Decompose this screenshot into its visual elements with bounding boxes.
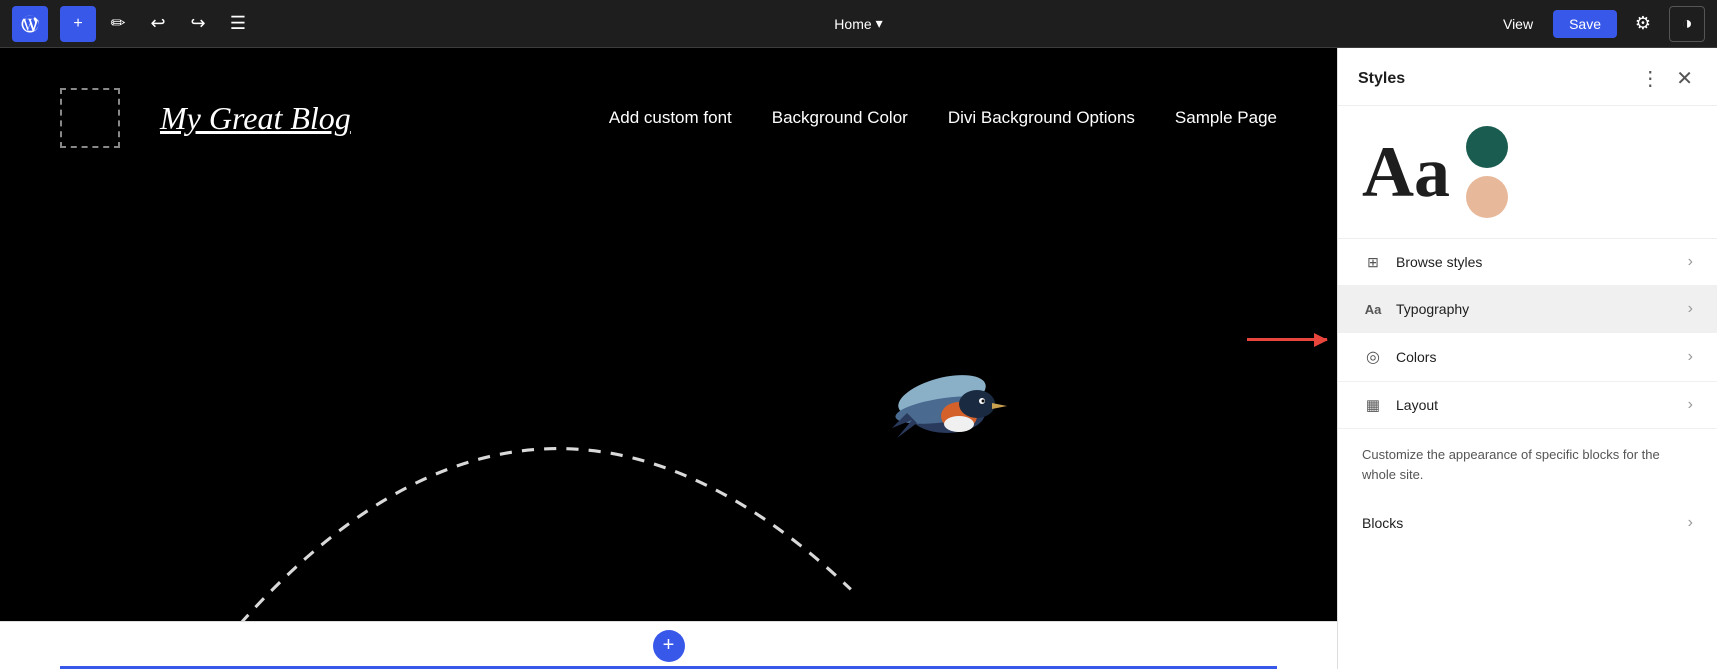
list-view-button[interactable]: ☰ <box>220 6 256 42</box>
browse-styles-chevron-icon: › <box>1688 253 1693 271</box>
blocks-label: Blocks <box>1362 515 1403 531</box>
site-logo <box>60 88 120 148</box>
plus-icon: + <box>663 634 675 657</box>
typography-chevron-icon: › <box>1688 300 1693 318</box>
site-header: My Great Blog Add custom font Background… <box>0 48 1337 178</box>
styles-sidebar: Styles ⋮ ✕ Aa ⊞ Browse styles <box>1337 48 1717 669</box>
sidebar-header-actions: ⋮ ✕ <box>1636 64 1697 93</box>
theme-icon: ◑ <box>1682 13 1693 34</box>
main-area: My Great Blog Add custom font Background… <box>0 48 1717 669</box>
save-button[interactable]: Save <box>1553 10 1617 38</box>
toolbar-left: + ✏ ↩ ↪ ☰ <box>12 6 256 42</box>
redo-button[interactable]: ↪ <box>180 6 216 42</box>
sidebar-description: Customize the appearance of specific blo… <box>1338 429 1717 500</box>
hero-section <box>0 178 1337 621</box>
nav-sample-page[interactable]: Sample Page <box>1175 108 1277 128</box>
page-label: Home <box>834 16 871 32</box>
settings-button[interactable]: ⚙ <box>1625 6 1661 42</box>
arc-path-svg <box>0 178 1337 621</box>
arrow-indicator <box>1247 338 1327 341</box>
page-selector[interactable]: Home ▾ <box>834 15 882 32</box>
toolbar-right: View Save ⚙ ◑ <box>1491 6 1705 42</box>
close-icon: ✕ <box>1676 68 1693 90</box>
toolbar: + ✏ ↩ ↪ ☰ Home ▾ View Save ⚙ ◑ <box>0 0 1717 48</box>
draw-button[interactable]: ✏ <box>100 6 136 42</box>
sidebar-more-button[interactable]: ⋮ <box>1636 64 1664 93</box>
add-block-button[interactable]: + <box>60 6 96 42</box>
sidebar-title: Styles <box>1358 70 1405 88</box>
red-arrow-icon <box>1247 338 1327 341</box>
nav-add-custom-font[interactable]: Add custom font <box>609 108 732 128</box>
browse-styles-label: Browse styles <box>1396 254 1482 270</box>
wp-logo-icon <box>20 14 40 34</box>
nav-background-color[interactable]: Background Color <box>772 108 908 128</box>
typography-label: Typography <box>1396 301 1469 317</box>
styles-preview: Aa <box>1338 106 1717 239</box>
browse-styles-icon: ⊞ <box>1362 254 1384 271</box>
more-icon: ⋮ <box>1640 68 1660 90</box>
theme-toggle-button[interactable]: ◑ <box>1669 6 1705 42</box>
bottom-bar: + <box>0 621 1337 669</box>
sidebar-close-button[interactable]: ✕ <box>1672 64 1697 93</box>
browse-styles-item[interactable]: ⊞ Browse styles › <box>1338 239 1717 286</box>
colors-left: ◎ Colors <box>1362 347 1436 367</box>
typography-icon: Aa <box>1362 302 1384 317</box>
layout-chevron-icon: › <box>1688 396 1693 414</box>
colors-chevron-icon: › <box>1688 348 1693 366</box>
site-nav: Add custom font Background Color Divi Ba… <box>609 108 1277 128</box>
layout-label: Layout <box>1396 397 1438 413</box>
page-chevron-icon: ▾ <box>876 15 883 32</box>
color-swatches <box>1466 126 1508 218</box>
typography-preview-text: Aa <box>1362 136 1450 208</box>
browse-styles-left: ⊞ Browse styles <box>1362 254 1482 271</box>
canvas: My Great Blog Add custom font Background… <box>0 48 1337 669</box>
color-swatch-green <box>1466 126 1508 168</box>
layout-item[interactable]: ▦ Layout › <box>1338 382 1717 429</box>
layout-icon: ▦ <box>1362 396 1384 414</box>
layout-left: ▦ Layout <box>1362 396 1438 414</box>
view-button[interactable]: View <box>1491 10 1545 38</box>
typography-item[interactable]: Aa Typography › <box>1338 286 1717 333</box>
gear-icon: ⚙ <box>1635 13 1651 34</box>
undo-button[interactable]: ↩ <box>140 6 176 42</box>
color-swatch-peach <box>1466 176 1508 218</box>
site-title[interactable]: My Great Blog <box>160 100 351 137</box>
nav-divi-background[interactable]: Divi Background Options <box>948 108 1135 128</box>
typography-left: Aa Typography <box>1362 301 1469 317</box>
blocks-section[interactable]: Blocks › <box>1338 500 1717 546</box>
toolbar-center: Home ▾ <box>834 15 882 32</box>
wp-logo[interactable] <box>12 6 48 42</box>
blocks-chevron-icon: › <box>1688 514 1693 532</box>
colors-label: Colors <box>1396 349 1436 365</box>
sidebar-header: Styles ⋮ ✕ <box>1338 48 1717 106</box>
bird-image <box>887 358 1017 448</box>
add-block-bottom-button[interactable]: + <box>653 630 685 662</box>
canvas-inner: My Great Blog Add custom font Background… <box>0 48 1337 669</box>
colors-item[interactable]: ◎ Colors › <box>1338 333 1717 382</box>
colors-icon: ◎ <box>1362 347 1384 367</box>
